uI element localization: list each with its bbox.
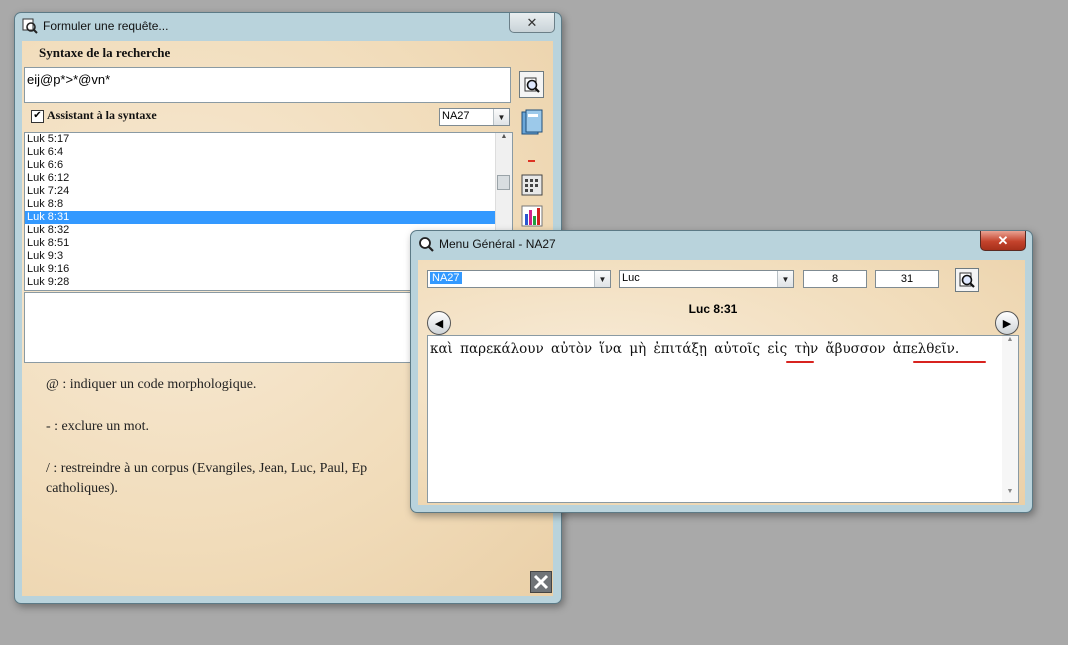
verse-input[interactable]: 31	[875, 270, 939, 288]
run-search-button[interactable]	[519, 71, 544, 98]
books-icon	[521, 109, 543, 134]
chevron-down-icon[interactable]: ▼	[777, 271, 793, 287]
cancel-button[interactable]	[530, 571, 552, 593]
calculator-button[interactable]	[519, 172, 545, 198]
query-window-close-button[interactable]: ✕	[509, 13, 555, 33]
search-app-icon	[22, 18, 38, 34]
reference-list-item[interactable]: Luk 5:17	[25, 133, 512, 146]
book-select-value: Luc	[622, 272, 640, 284]
reference-list-item[interactable]: Luk 6:4	[25, 146, 512, 159]
reference-list-item[interactable]: Luk 8:31	[25, 211, 512, 224]
scroll-down-arrow-icon[interactable]: ▼	[1002, 488, 1018, 502]
scroll-up-arrow-icon[interactable]: ▲	[1002, 336, 1018, 350]
reference-list-item[interactable]: Luk 6:6	[25, 159, 512, 172]
query-window-titlebar[interactable]: Formuler une requête...	[15, 13, 561, 39]
calculator-icon	[521, 174, 543, 196]
menu-version-select[interactable]: NA27 ▼	[427, 270, 611, 288]
reference-heading: Luc 8:31	[688, 302, 738, 316]
statistics-button[interactable]	[519, 203, 545, 229]
version-select[interactable]: NA27 ▼	[439, 108, 510, 126]
previous-verse-button[interactable]: ◀	[427, 311, 451, 335]
chevron-down-icon[interactable]: ▼	[594, 271, 610, 287]
minus-marker	[528, 160, 535, 162]
menu-window-body: NA27 ▼ Luc ▼ 8 31 Luc 8:31 ◀ ▶ καὶ παρεκ…	[418, 260, 1025, 505]
verse-scrollbar[interactable]: ▲ ▼	[1002, 336, 1018, 502]
verse-value: 31	[900, 273, 914, 285]
chevron-down-icon[interactable]: ▼	[493, 109, 509, 125]
bar-chart-icon	[521, 205, 543, 227]
book-select[interactable]: Luc ▼	[619, 270, 794, 288]
underline-apelthein	[913, 361, 986, 363]
menu-search-button[interactable]	[955, 268, 979, 292]
search-icon	[524, 77, 540, 93]
menu-window: Menu Général - NA27 ✕ NA27 ▼ Luc ▼ 8 31 …	[410, 230, 1033, 513]
menu-version-value: NA27	[430, 272, 462, 284]
reference-list-item[interactable]: Luk 8:8	[25, 198, 512, 211]
underline-eis	[786, 361, 814, 363]
chapter-input[interactable]: 8	[803, 270, 867, 288]
assistant-label: Assistant à la syntaxe	[47, 108, 157, 122]
verse-text-content: καὶ παρεκάλουν αὐτὸν ἵνα μὴ ἐπιτάξῃ αὐτο…	[430, 341, 960, 357]
reference-list-item[interactable]: Luk 7:24	[25, 185, 512, 198]
menu-window-close-button[interactable]: ✕	[980, 231, 1026, 251]
library-button[interactable]	[519, 107, 545, 138]
search-app-icon	[419, 237, 434, 252]
verse-text-area: καὶ παρεκάλουν αὐτὸν ἵνα μὴ ἐπιτάξῃ αὐτο…	[427, 335, 1019, 503]
arrow-right-icon: ▶	[1002, 317, 1012, 330]
search-icon	[959, 272, 975, 288]
assistant-checkbox[interactable]: ✔	[31, 110, 44, 123]
scroll-thumb[interactable]	[497, 175, 510, 190]
syntax-heading: Syntaxe de la recherche	[39, 45, 171, 60]
verse-text: καὶ παρεκάλουν αὐτὸν ἵνα μὴ ἐπιτάξῃ αὐτο…	[428, 336, 1018, 362]
x-cancel-icon	[533, 574, 549, 590]
menu-window-title: Menu Général - NA27	[439, 237, 556, 251]
arrow-left-icon: ◀	[434, 317, 444, 330]
version-select-value: NA27	[442, 110, 470, 122]
next-verse-button[interactable]: ▶	[995, 311, 1019, 335]
menu-window-titlebar[interactable]: Menu Général - NA27	[411, 231, 1032, 257]
chapter-value: 8	[831, 273, 839, 285]
query-window-title: Formuler une requête...	[43, 19, 169, 33]
scroll-up-arrow-icon[interactable]: ▲	[496, 133, 512, 147]
reference-list-item[interactable]: Luk 6:12	[25, 172, 512, 185]
query-input[interactable]	[24, 67, 511, 103]
